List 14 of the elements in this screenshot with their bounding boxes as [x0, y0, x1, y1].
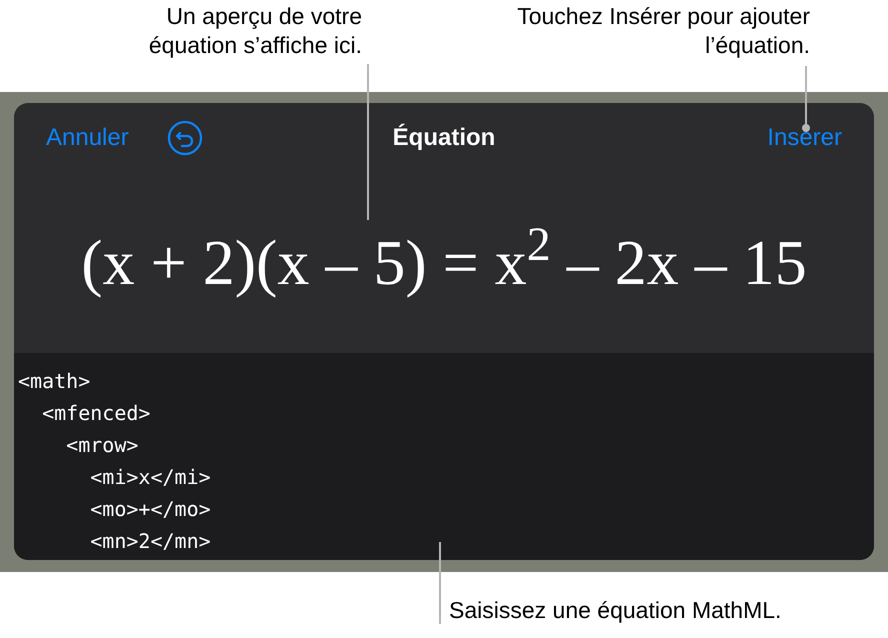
code-line: <mn>2</mn>	[89, 528, 211, 555]
window-title: Équation	[392, 122, 496, 153]
insert-button[interactable]: Insérer	[767, 120, 842, 156]
code-line: <mfenced>	[41, 400, 150, 427]
code-line: <math>	[18, 368, 90, 395]
code-line: <mo>+</mo>	[89, 496, 211, 523]
equation-preview: (x + 2)(x – 5) = x$^{2}$ – 2x – 15	[81, 217, 807, 300]
callout-text: Un aperçu de votre équation s’affiche ici.	[148, 2, 362, 60]
code-line: <mi>x</mi>	[89, 464, 211, 491]
callout-text: Touchez Insérer pour ajouter l’équation.	[516, 2, 810, 60]
callout-text: Saisissez une équation MathML.	[449, 596, 782, 625]
cancel-button[interactable]: Annuler	[46, 120, 129, 156]
code-line: <mrow>	[65, 432, 138, 459]
undo-icon[interactable]	[166, 120, 203, 156]
